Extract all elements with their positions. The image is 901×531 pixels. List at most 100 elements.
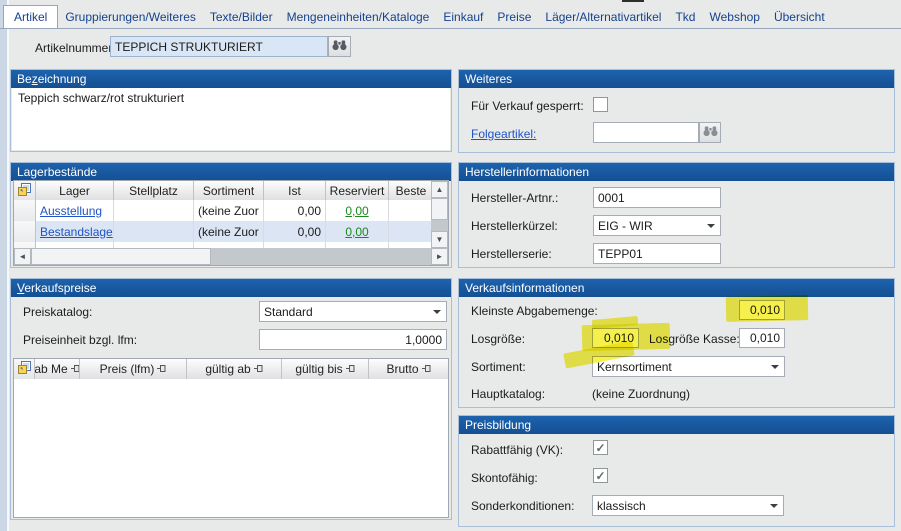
column-header-preis-lfm[interactable]: Preis (lfm)	[80, 359, 187, 379]
losgroesse-input[interactable]: 0,010	[592, 328, 639, 348]
sortiment-label: Sortiment:	[471, 360, 526, 374]
tab-mengeneinheiten-kataloge[interactable]: Mengeneinheiten/Kataloge	[280, 5, 437, 28]
left-edge-line	[7, 0, 9, 531]
column-header-gueltig-bis[interactable]: gültig bis	[282, 359, 369, 379]
left-edge-strip	[0, 0, 7, 531]
horizontal-scrollbar[interactable]: ◄ ►	[14, 248, 448, 265]
top-crop-artifact	[622, 0, 644, 2]
column-header-gueltig-ab[interactable]: gültig ab	[187, 359, 282, 379]
stellplatz-cell	[114, 200, 194, 221]
column-header-brutto[interactable]: Brutto	[369, 359, 448, 379]
lagerbestaende-group: Lagerbestände Lager Stellplatz Sortiment…	[10, 162, 452, 268]
losgroesse-kasse-input[interactable]: 0,010	[739, 328, 785, 348]
pin-icon	[346, 362, 355, 376]
lagerbestaende-grid-header: Lager Stellplatz Sortiment Ist Reservier…	[14, 181, 433, 201]
fuer-verkauf-gesperrt-checkbox[interactable]	[593, 97, 608, 112]
tab-einkauf[interactable]: Einkauf	[436, 5, 490, 28]
skontofaehig-checkbox[interactable]	[593, 468, 608, 483]
pin-icon	[71, 362, 80, 376]
herstellerkuerzel-value: EIG - WIR	[598, 219, 653, 233]
rabattfaehig-checkbox[interactable]	[593, 440, 608, 455]
column-header-lager[interactable]: Lager	[36, 181, 114, 200]
bestellt-cell	[389, 221, 433, 242]
artikelnummer-input[interactable]: TEPPICH STRUKTURIERT	[110, 36, 328, 57]
preiseinheit-input[interactable]: 1,0000	[259, 329, 447, 350]
column-header-ist-label: Ist	[288, 184, 301, 198]
horizontal-scroll-track[interactable]	[211, 248, 431, 265]
tab-laeger-alternativartikel[interactable]: Läger/Alternativartikel	[538, 5, 668, 28]
vertical-scrollbar[interactable]: ▲ ▼	[431, 181, 448, 248]
column-header-ist[interactable]: Ist	[264, 181, 326, 200]
verkaufspreise-grid[interactable]: ab Me Preis (lfm) gültig ab gültig bis B…	[13, 358, 449, 518]
herstellerkuerzel-label: Herstellerkürzel:	[471, 219, 558, 233]
tab-preise[interactable]: Preise	[490, 5, 538, 28]
sonderkonditionen-select[interactable]: klassisch	[592, 495, 784, 516]
bezeichnung-group: Bezeichnung Teppich schwarz/rot struktur…	[10, 69, 452, 152]
grid-config-cell[interactable]	[14, 181, 36, 200]
reserviert-link[interactable]: 0,00	[345, 204, 368, 218]
column-header-bestellt[interactable]: Beste	[389, 181, 433, 200]
chevron-down-icon	[770, 504, 778, 512]
grid-config-cell[interactable]	[14, 359, 35, 379]
tab-uebersicht[interactable]: Übersicht	[767, 5, 832, 28]
scroll-up-button[interactable]: ▲	[431, 181, 448, 198]
binoculars-icon	[332, 39, 347, 54]
horizontal-scroll-thumb[interactable]	[31, 248, 211, 265]
bestellt-cell	[389, 200, 433, 221]
hersteller-artnr-input[interactable]: 0001	[593, 187, 721, 208]
hersteller-artnr-label: Hersteller-Artnr.:	[471, 191, 558, 205]
preiskatalog-label: Preiskatalog:	[23, 305, 92, 319]
sortiment-select[interactable]: Kernsortiment	[592, 356, 785, 377]
column-header-reserviert[interactable]: Reserviert	[326, 181, 389, 200]
reserviert-cell: 0,00	[326, 221, 389, 242]
herstellerserie-label: Herstellerserie:	[471, 247, 552, 261]
vertical-scroll-thumb[interactable]	[431, 198, 448, 220]
kleinste-abgabemenge-input[interactable]: 0,010	[739, 300, 785, 320]
preisbildung-header: Preisbildung	[459, 416, 894, 434]
column-header-reserviert-label: Reserviert	[330, 184, 385, 198]
verkaufspreise-grid-header: ab Me Preis (lfm) gültig ab gültig bis B…	[14, 359, 448, 380]
table-row[interactable]: Ausstellung (keine Zuor 0,00 0,00	[14, 200, 433, 221]
tab-texte-bilder[interactable]: Texte/Bilder	[203, 5, 280, 28]
skontofaehig-label: Skontofähig:	[471, 471, 538, 485]
vertical-scroll-track[interactable]	[431, 220, 448, 231]
scroll-left-button[interactable]: ◄	[14, 248, 31, 265]
preiskatalog-select[interactable]: Standard	[259, 301, 447, 322]
column-header-stellplatz[interactable]: Stellplatz	[114, 181, 194, 200]
herstellerserie-input[interactable]: TEPP01	[593, 243, 721, 264]
column-header-ab-menge[interactable]: ab Me	[35, 359, 80, 379]
column-header-gueltig-ab-label: gültig ab	[205, 362, 250, 376]
lager-link[interactable]: Bestandslage	[40, 225, 113, 239]
tab-artikel[interactable]: Artikel	[3, 5, 58, 28]
preiseinheit-label: Preiseinheit bzgl. lfm:	[23, 333, 137, 347]
tab-tkd[interactable]: Tkd	[668, 5, 702, 28]
lager-cell: Bestandslage	[36, 221, 114, 242]
hersteller-group: Herstellerinformationen Hersteller-Artnr…	[458, 162, 895, 268]
tab-gruppierungen-weiteres[interactable]: Gruppierungen/Weiteres	[58, 5, 203, 28]
weiteres-group: Weiteres Für Verkauf gesperrt: Folgearti…	[458, 69, 895, 153]
row-selector[interactable]	[14, 200, 36, 221]
folgeartikel-search-button[interactable]	[699, 122, 721, 143]
column-header-preis-lfm-label: Preis (lfm)	[100, 362, 155, 376]
reserviert-cell: 0,00	[326, 200, 389, 221]
scroll-right-button[interactable]: ►	[431, 248, 448, 265]
reserviert-link[interactable]: 0,00	[345, 225, 368, 239]
herstellerkuerzel-select[interactable]: EIG - WIR	[593, 215, 721, 236]
table-row[interactable]: Bestandslage (keine Zuor 0,00 0,00	[14, 221, 433, 242]
chevron-down-icon	[707, 224, 715, 232]
scroll-down-button[interactable]: ▼	[431, 231, 448, 248]
folgeartikel-link[interactable]: Folgeartikel:	[471, 127, 536, 141]
pin-icon	[422, 362, 431, 376]
losgroesse-kasse-label: Losgröße Kasse:	[649, 332, 740, 346]
tab-webshop[interactable]: Webshop	[702, 5, 766, 28]
folgeartikel-input[interactable]	[593, 122, 699, 143]
row-selector[interactable]	[14, 221, 36, 242]
fuer-verkauf-gesperrt-label: Für Verkauf gesperrt:	[471, 99, 584, 113]
stellplatz-cell	[114, 221, 194, 242]
verkaufspreise-grid-body[interactable]	[14, 379, 448, 517]
bezeichnung-textarea[interactable]: Teppich schwarz/rot strukturiert	[12, 88, 450, 150]
lagerbestaende-rows: Ausstellung (keine Zuor 0,00 0,00 Bestan…	[14, 200, 433, 250]
artikelnummer-search-button[interactable]	[328, 36, 351, 57]
column-header-sortiment[interactable]: Sortiment	[194, 181, 264, 200]
lager-link[interactable]: Ausstellung	[40, 204, 102, 218]
